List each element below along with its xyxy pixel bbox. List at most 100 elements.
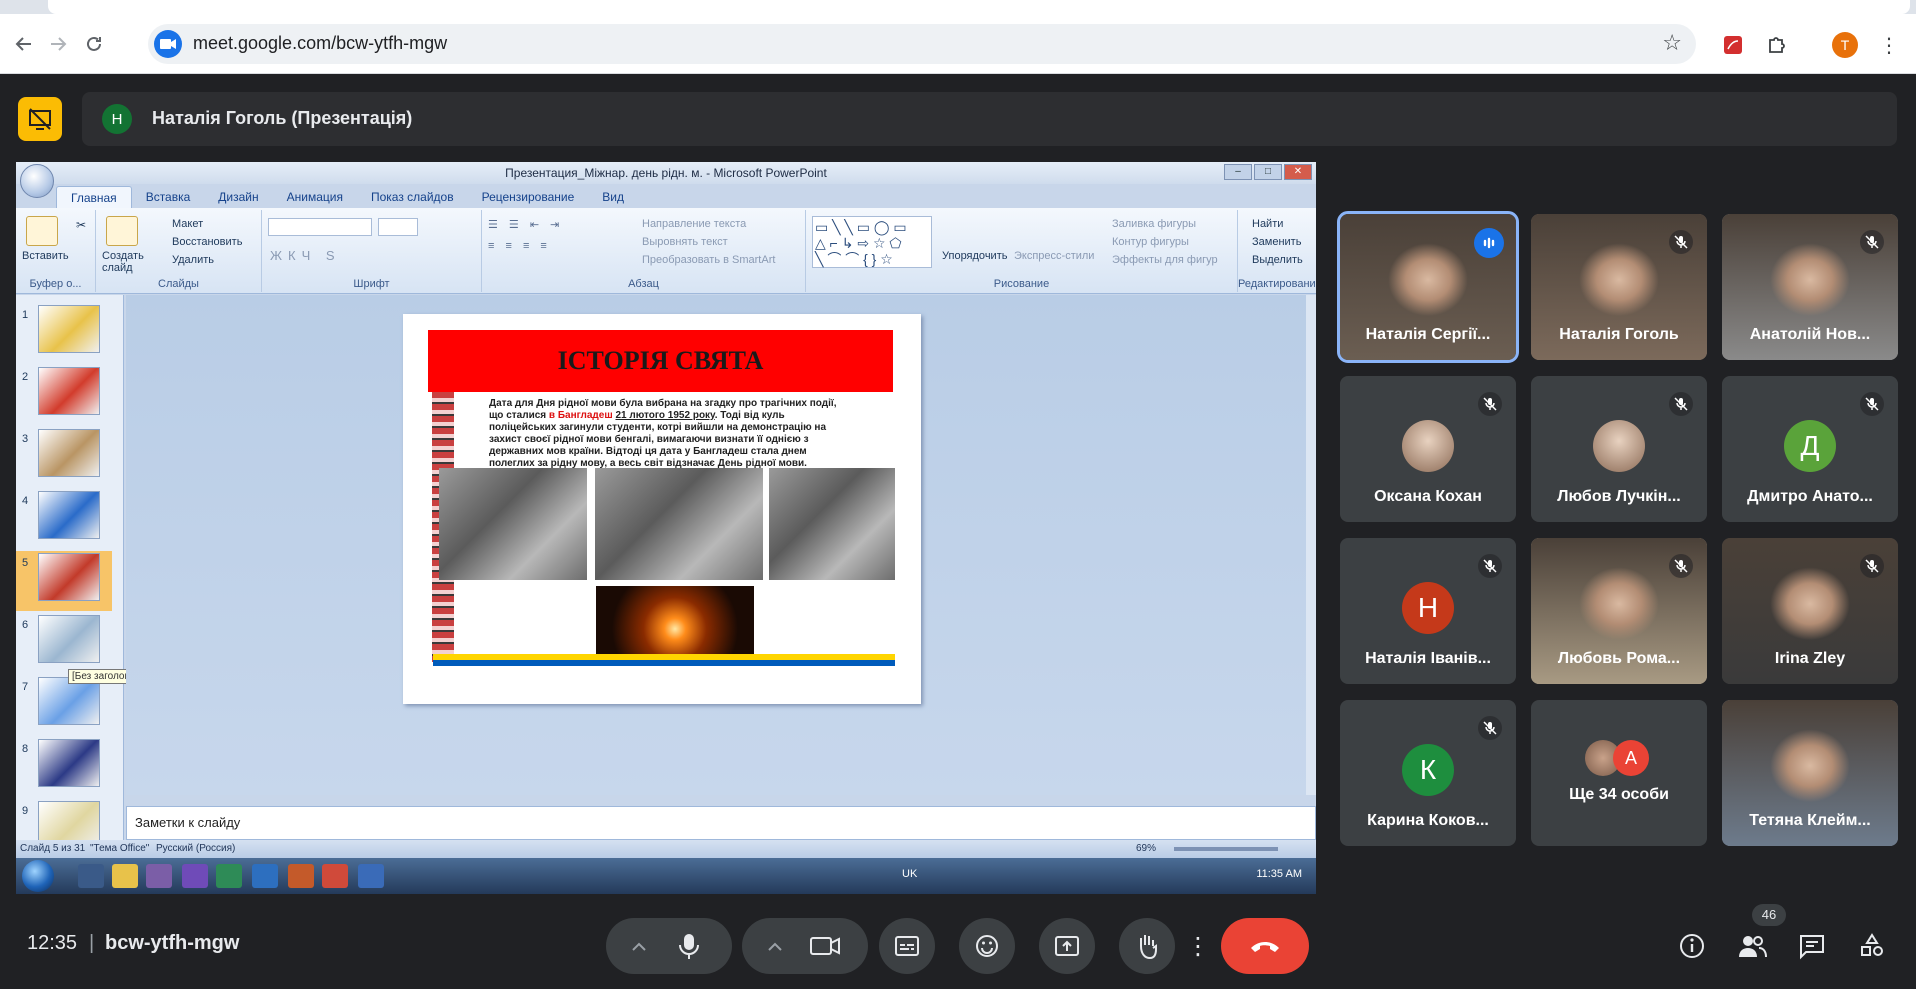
participant-tile[interactable]: Анатолій Нов... (1722, 214, 1898, 360)
thumbnail-image (38, 429, 100, 477)
candle-image (596, 586, 754, 664)
select-button[interactable]: Выделить (1252, 254, 1303, 266)
participant-tile[interactable]: Наталія Гоголь (1531, 214, 1707, 360)
leave-call-button[interactable] (1221, 918, 1309, 974)
maximize-button[interactable]: □ (1254, 164, 1282, 180)
stop-presenting-button[interactable] (18, 97, 62, 141)
slide-thumbnail[interactable]: 7 (16, 675, 112, 735)
align-text-button[interactable]: Выровнять текст (642, 236, 728, 248)
forward-button[interactable] (44, 30, 72, 58)
ribbon-tab[interactable]: Вид (588, 186, 638, 208)
cut-icon[interactable]: ✂ (76, 218, 86, 232)
shape-fill-button[interactable]: Заливка фигуры (1112, 218, 1196, 230)
tray-language[interactable]: UK (902, 868, 917, 880)
taskbar-app3-icon[interactable] (288, 864, 314, 888)
slide-title-banner: ІСТОРІЯ СВЯТА (428, 330, 893, 392)
address-bar[interactable]: meet.google.com/bcw-ytfh-mgw ☆ (148, 24, 1696, 64)
camera-control[interactable] (742, 918, 868, 974)
align-buttons[interactable]: ≡ ≡ ≡ ≡ (488, 240, 551, 252)
taskbar-folder-icon[interactable] (112, 864, 138, 888)
microphone-control[interactable] (606, 918, 732, 974)
shape-outline-button[interactable]: Контур фигуры (1112, 236, 1189, 248)
shape-effects-button[interactable]: Эффекты для фигур (1112, 254, 1218, 266)
participant-tile[interactable]: Д Дмитро Анато... (1722, 376, 1898, 522)
taskbar-chrome-icon[interactable] (216, 864, 242, 888)
thumbnail-number: 4 (22, 495, 29, 507)
font-name-box[interactable] (268, 218, 372, 236)
reload-button[interactable] (80, 30, 108, 58)
close-button[interactable]: ✕ (1284, 164, 1312, 180)
present-button[interactable] (1039, 918, 1095, 974)
delete-button[interactable]: Удалить (172, 254, 214, 266)
office-button[interactable] (20, 164, 54, 198)
pdf-extension-icon[interactable] (1720, 32, 1746, 58)
quick-styles-button[interactable]: Экспресс-стили (1014, 250, 1094, 262)
taskbar-media-icon[interactable] (78, 864, 104, 888)
smartart-button[interactable]: Преобразовать в SmartArt (642, 254, 775, 266)
find-button[interactable]: Найти (1252, 218, 1283, 230)
zoom-level[interactable]: 69% (1136, 843, 1156, 854)
participant-avatar: A (1613, 740, 1649, 776)
notes-pane[interactable]: Заметки к слайду (126, 806, 1316, 840)
participant-tile[interactable]: К Карина Коков... (1340, 700, 1516, 846)
activities-icon[interactable] (1856, 930, 1888, 962)
slide-thumbnail[interactable]: 1 (16, 303, 112, 363)
people-icon[interactable] (1736, 930, 1768, 962)
paste-button[interactable]: Вставить (22, 250, 69, 262)
tray-clock[interactable]: 11:35 AM (1256, 868, 1302, 880)
taskbar-app2-icon[interactable] (252, 864, 278, 888)
bookmark-star-icon[interactable]: ☆ (1662, 30, 1682, 56)
ribbon-tab[interactable]: Вставка (132, 186, 205, 208)
participant-tile[interactable]: Оксана Кохан (1340, 376, 1516, 522)
slide-thumbnail[interactable]: 2 (16, 365, 112, 425)
start-button[interactable] (22, 860, 54, 892)
taskbar-powerpoint-icon[interactable] (322, 864, 348, 888)
ribbon-tab[interactable]: Показ слайдов (357, 186, 468, 208)
participant-tile[interactable]: Наталія Сергії... (1337, 211, 1519, 363)
back-button[interactable] (10, 30, 38, 58)
arrange-button[interactable]: Упорядочить (942, 250, 1007, 262)
ribbon-tab[interactable]: Дизайн (204, 186, 272, 208)
participant-tile[interactable]: A Ще 34 особи (1531, 700, 1707, 846)
taskbar-word-icon[interactable] (358, 864, 384, 888)
captions-button[interactable] (879, 918, 935, 974)
slide-thumbnail[interactable]: 3 (16, 427, 112, 487)
url-text[interactable]: meet.google.com/bcw-ytfh-mgw (193, 33, 447, 54)
slide-scrollbar[interactable] (1306, 295, 1316, 795)
slide-thumbnail[interactable]: 5 (16, 551, 112, 611)
ribbon-tab[interactable]: Рецензирование (468, 186, 589, 208)
format-buttons[interactable]: ЖКЧ S (270, 248, 341, 263)
zoom-slider[interactable] (1174, 847, 1278, 851)
new-slide-button[interactable]: Создать слайд (102, 250, 146, 274)
raise-hand-button[interactable] (1119, 918, 1175, 974)
participant-tile[interactable]: Любов Лучкін... (1531, 376, 1707, 522)
list-buttons[interactable]: ☰ ☰ ⇤ ⇥ (488, 218, 563, 231)
font-size-box[interactable] (378, 218, 418, 236)
meeting-info-icon[interactable] (1676, 930, 1708, 962)
profile-avatar[interactable]: T (1832, 32, 1858, 58)
text-direction-button[interactable]: Направление текста (642, 218, 746, 230)
taskbar-viber-icon[interactable] (182, 864, 208, 888)
browser-menu-icon[interactable]: ⋮ (1876, 32, 1902, 58)
shapes-gallery[interactable]: ▭ ╲ ╲ ▭ ◯ ▭ △ ⌐ ↳ ⇨ ☆ ⬠ ╲ ⌒ ⌒ { } ☆ (812, 216, 932, 268)
participant-tile[interactable]: Тетяна Клейм... (1722, 700, 1898, 846)
chat-icon[interactable] (1796, 930, 1828, 962)
taskbar-app-icon[interactable] (146, 864, 172, 888)
minimize-button[interactable]: – (1224, 164, 1252, 180)
layout-button[interactable]: Макет (172, 218, 203, 230)
participant-tile[interactable]: Н Наталія Іванів... (1340, 538, 1516, 684)
active-tab[interactable] (48, 0, 1910, 14)
reset-button[interactable]: Восстановить (172, 236, 242, 248)
replace-button[interactable]: Заменить (1252, 236, 1301, 248)
participant-tile[interactable]: Irina Zley (1722, 538, 1898, 684)
more-options-icon[interactable]: ⋮ (1186, 918, 1210, 974)
slide-thumbnail[interactable]: 4 (16, 489, 112, 549)
current-slide[interactable]: ІСТОРІЯ СВЯТА Дата для Дня рідної мови б… (403, 314, 921, 704)
reactions-button[interactable] (959, 918, 1015, 974)
ribbon-tab[interactable]: Анимация (273, 186, 357, 208)
ribbon-tab[interactable]: Главная (56, 186, 132, 208)
slide-thumbnail[interactable]: 6 (16, 613, 112, 673)
slide-thumbnail[interactable]: 8 (16, 737, 112, 797)
participant-tile[interactable]: Любовь Рома... (1531, 538, 1707, 684)
extensions-puzzle-icon[interactable] (1764, 32, 1790, 58)
